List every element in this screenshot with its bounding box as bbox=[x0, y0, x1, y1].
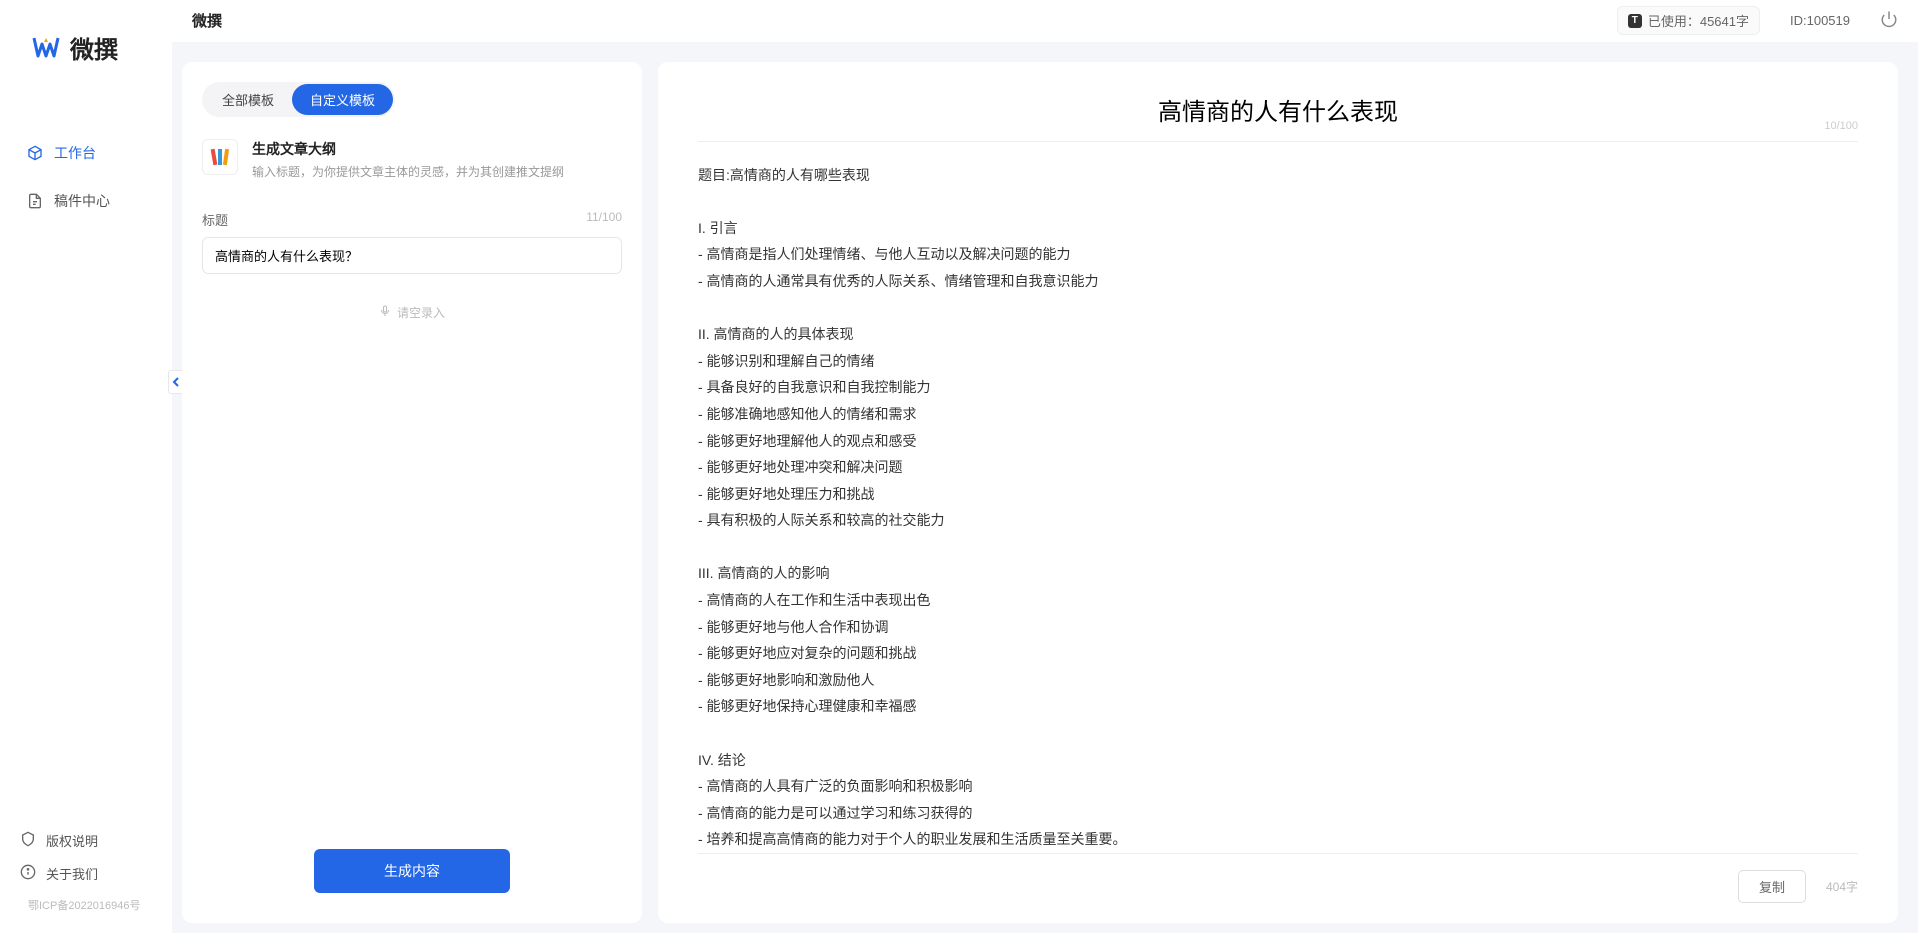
title-counter: 10/100 bbox=[1824, 120, 1858, 132]
tabs: 全部模板 自定义模板 bbox=[202, 82, 395, 117]
voice-placeholder: 请空录入 bbox=[397, 304, 445, 321]
icp-text: 鄂ICP备2022016946号 bbox=[20, 897, 152, 913]
nav-item-label: 稿件中心 bbox=[54, 191, 110, 211]
page-title: 微撰 bbox=[192, 10, 222, 31]
template-card: 生成文章大纲 输入标题，为你提供文章主体的灵感，并为其创建推文提纲 bbox=[202, 139, 622, 180]
sidebar-bottom: 版权说明 关于我们 鄂ICP备2022016946号 bbox=[0, 831, 172, 933]
panel-output: 高情商的人有什么表现 10/100 题目:高情商的人有哪些表现 I. 引言 - … bbox=[658, 62, 1898, 923]
tab-custom-templates[interactable]: 自定义模板 bbox=[292, 84, 393, 115]
shield-icon bbox=[20, 831, 36, 850]
document-icon bbox=[26, 192, 44, 210]
field-label: 标题 bbox=[202, 210, 228, 229]
output-body[interactable]: 题目:高情商的人有哪些表现 I. 引言 - 高情商是指人们处理情绪、与他人互动以… bbox=[698, 162, 1858, 853]
topbar-right: T 已使用：45641字 ID:100519 bbox=[1617, 6, 1898, 35]
word-count: 404字 bbox=[1826, 878, 1858, 895]
card-desc: 输入标题，为你提供文章主体的灵感，并为其创建推文提纲 bbox=[252, 163, 564, 180]
user-id: ID:100519 bbox=[1790, 13, 1850, 28]
books-icon bbox=[202, 139, 238, 175]
nav-item-label: 工作台 bbox=[54, 143, 96, 163]
sidebar-item-label: 关于我们 bbox=[46, 864, 98, 883]
microphone-icon bbox=[379, 304, 391, 321]
text-icon: T bbox=[1628, 14, 1642, 28]
topbar: 微撰 T 已使用：45641字 ID:100519 bbox=[172, 0, 1918, 42]
sidebar-item-about[interactable]: 关于我们 bbox=[20, 864, 152, 883]
nav-item-workbench[interactable]: 工作台 bbox=[20, 135, 152, 171]
sidebar: 微撰 工作台 稿件中心 版权说明 bbox=[0, 0, 172, 933]
cube-icon bbox=[26, 144, 44, 162]
output-footer: 复制 404字 bbox=[698, 853, 1858, 903]
sidebar-item-copyright[interactable]: 版权说明 bbox=[20, 831, 152, 850]
nav: 工作台 稿件中心 bbox=[0, 135, 172, 219]
nav-item-drafts[interactable]: 稿件中心 bbox=[20, 183, 152, 219]
title-input[interactable] bbox=[202, 237, 622, 274]
tab-all-templates[interactable]: 全部模板 bbox=[204, 84, 292, 115]
logo[interactable]: 微撰 bbox=[0, 30, 172, 65]
voice-input-row[interactable]: 请空录入 bbox=[202, 304, 622, 321]
usage-text: 已使用：45641字 bbox=[1648, 11, 1749, 30]
panels: 全部模板 自定义模板 生成文章大纲 输入标题，为你提供文章主体的灵感，并为其创建… bbox=[172, 42, 1918, 933]
generate-button[interactable]: 生成内容 bbox=[314, 849, 510, 893]
logo-icon bbox=[30, 32, 62, 64]
output-title: 高情商的人有什么表现 bbox=[698, 92, 1858, 142]
power-icon[interactable] bbox=[1880, 10, 1898, 31]
card-title: 生成文章大纲 bbox=[252, 139, 564, 159]
copy-button[interactable]: 复制 bbox=[1738, 870, 1806, 903]
field-counter: 11/100 bbox=[586, 210, 622, 229]
main: 微撰 T 已使用：45641字 ID:100519 全部模板 自定义模板 bbox=[172, 0, 1918, 933]
sidebar-item-label: 版权说明 bbox=[46, 831, 98, 850]
logo-text: 微撰 bbox=[70, 30, 118, 65]
field-header: 标题 11/100 bbox=[202, 210, 622, 229]
info-icon bbox=[20, 864, 36, 883]
usage-badge[interactable]: T 已使用：45641字 bbox=[1617, 6, 1760, 35]
panel-templates: 全部模板 自定义模板 生成文章大纲 输入标题，为你提供文章主体的灵感，并为其创建… bbox=[182, 62, 642, 923]
